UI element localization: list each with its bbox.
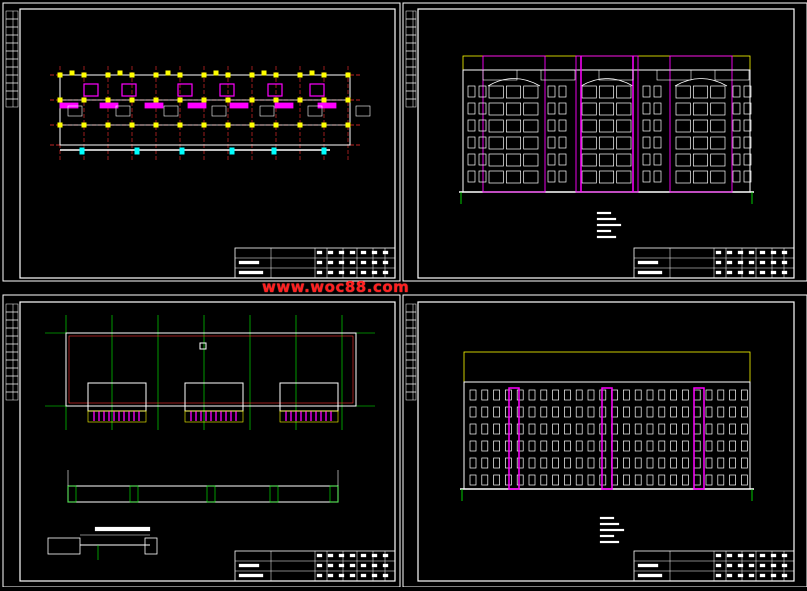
cad-drawing-canvas: www.woc88.com xyxy=(0,0,807,588)
watermark: www.woc88.com xyxy=(262,278,410,296)
front-elevation xyxy=(459,55,754,204)
title-block xyxy=(633,550,795,582)
title-block xyxy=(234,247,396,279)
roof-plan xyxy=(45,315,375,430)
sheet-3 xyxy=(2,294,401,588)
floor-plan xyxy=(50,66,371,160)
title-block xyxy=(633,247,795,279)
rear-elevation xyxy=(460,351,754,501)
wall-section-detail xyxy=(47,526,158,560)
elevation-notes-2 xyxy=(599,516,625,544)
section-detail xyxy=(67,470,339,503)
title-block xyxy=(234,550,396,582)
elevation-notes-1 xyxy=(596,211,622,239)
sheet-1 xyxy=(2,2,401,282)
sheet-2 xyxy=(402,2,807,282)
